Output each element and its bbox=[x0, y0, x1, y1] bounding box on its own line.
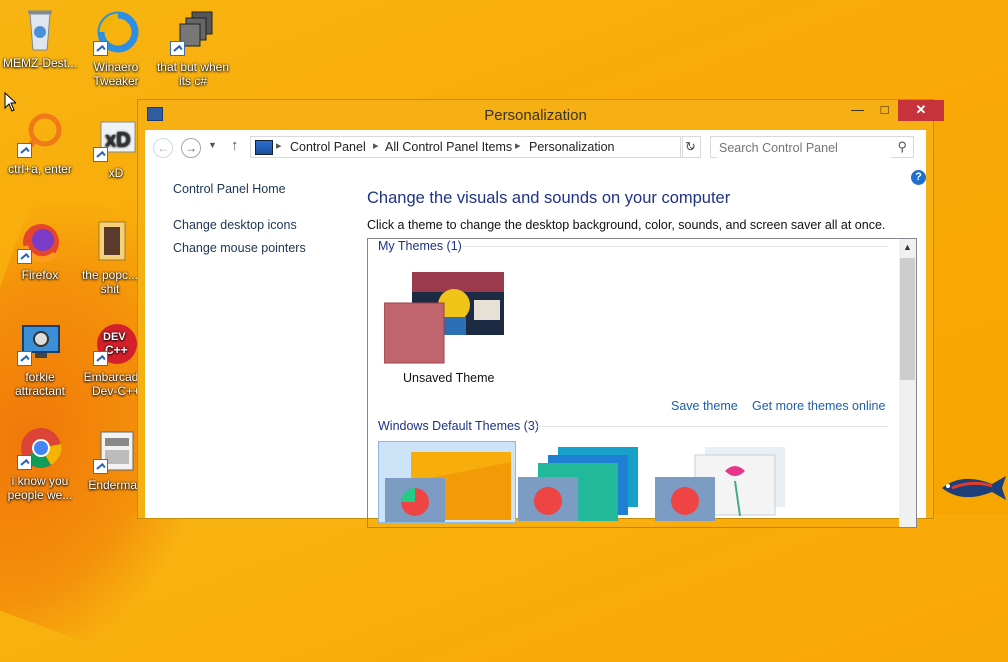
change-desktop-icons-link[interactable]: Change desktop icons bbox=[173, 218, 297, 232]
change-mouse-pointers-link[interactable]: Change mouse pointers bbox=[173, 241, 306, 255]
winaero-tweaker-icon bbox=[93, 10, 139, 56]
hxd-icon: xD bbox=[93, 116, 139, 162]
theme-tile-unsaved[interactable] bbox=[383, 265, 509, 365]
page-subtitle: Click a theme to change the desktop back… bbox=[367, 218, 886, 232]
svg-text:C++: C++ bbox=[105, 343, 128, 357]
desktop-icon-label: ctrl+a, enter bbox=[8, 162, 72, 176]
desktop-icon-forkie[interactable]: forkie attractant bbox=[2, 320, 78, 398]
computer-gear-icon bbox=[17, 320, 63, 366]
desktop-icon-label: Firefox bbox=[21, 268, 59, 282]
control-panel-icon bbox=[255, 140, 273, 155]
desktop-icon-recycle-bin[interactable]: MEMZ-Dest... bbox=[2, 6, 78, 70]
shortcut-arrow-icon bbox=[17, 143, 32, 158]
breadcrumb-separator: ▸ bbox=[515, 140, 521, 152]
desktop-icon-firefox[interactable]: Firefox bbox=[2, 218, 78, 282]
get-more-themes-link[interactable]: Get more themes online bbox=[752, 399, 885, 413]
search-icon[interactable]: ⚲ bbox=[897, 139, 907, 155]
forward-button[interactable]: → bbox=[181, 138, 201, 158]
refresh-button[interactable]: ↻ bbox=[680, 136, 701, 158]
maximize-button[interactable]: □ bbox=[870, 100, 899, 121]
personalization-window: Personalization — □ ✕ ← → ▼ ↑ ▸ Control … bbox=[137, 99, 944, 528]
breadcrumb-all-items[interactable]: All Control Panel Items bbox=[385, 140, 512, 154]
theme-tile-lines[interactable] bbox=[518, 441, 638, 523]
address-bar[interactable]: ▸ Control Panel ▸ All Control Panel Item… bbox=[250, 136, 701, 158]
fish-desktop-icon[interactable] bbox=[932, 470, 1008, 506]
help-icon[interactable]: ? bbox=[911, 170, 926, 185]
breadcrumb-control-panel[interactable]: Control Panel bbox=[290, 140, 366, 154]
themes-scrollbar[interactable]: ▲ bbox=[899, 239, 916, 527]
themes-list: My Themes (1) Unsaved Theme Save theme G… bbox=[367, 238, 917, 528]
scroll-thumb[interactable] bbox=[900, 258, 915, 380]
desktop-icon-label: that but when its c# bbox=[156, 60, 230, 88]
devcpp-icon: DEV C++ bbox=[93, 320, 139, 366]
desktop-icon-ctrl-a[interactable]: ctrl+a, enter bbox=[2, 112, 78, 176]
shortcut-arrow-icon bbox=[93, 41, 108, 56]
navigation-bar: ← → ▼ ↑ ▸ Control Panel ▸ All Control Pa… bbox=[145, 130, 926, 166]
minimize-button[interactable]: — bbox=[843, 100, 872, 121]
magnifier-icon bbox=[17, 112, 63, 158]
shortcut-arrow-icon bbox=[170, 41, 185, 56]
search-box[interactable]: ⚲ bbox=[710, 136, 914, 158]
unsaved-theme-preview bbox=[383, 272, 504, 364]
window-client-area: ← → ▼ ↑ ▸ Control Panel ▸ All Control Pa… bbox=[145, 130, 926, 528]
shortcut-arrow-icon bbox=[17, 249, 32, 264]
flowers-theme-preview bbox=[655, 447, 785, 521]
control-panel-home-link[interactable]: Control Panel Home bbox=[173, 182, 286, 196]
svg-text:xD: xD bbox=[105, 129, 131, 151]
lines-theme-preview bbox=[518, 447, 638, 523]
shortcut-arrow-icon bbox=[93, 147, 108, 162]
section-divider bbox=[536, 426, 888, 427]
desktop-icon-label: Winaero Tweaker bbox=[93, 60, 139, 88]
recycle-bin-icon bbox=[17, 6, 63, 52]
theme-tile-windows[interactable] bbox=[378, 441, 516, 523]
theme-name-unsaved: Unsaved Theme bbox=[403, 371, 495, 385]
desktop-icon-chrome[interactable]: i know you people we... bbox=[2, 424, 78, 502]
window-title: Personalization bbox=[484, 107, 587, 124]
shortcut-arrow-icon bbox=[17, 455, 32, 470]
document-icon bbox=[93, 428, 139, 474]
search-input[interactable] bbox=[717, 138, 891, 158]
mouse-cursor-icon bbox=[4, 92, 16, 112]
desktop-icon-winaero[interactable]: Winaero Tweaker bbox=[78, 10, 154, 88]
breadcrumb-separator: ▸ bbox=[276, 140, 282, 152]
section-divider bbox=[463, 246, 888, 247]
up-button[interactable]: ↑ bbox=[231, 137, 239, 154]
folder-icon bbox=[87, 218, 133, 264]
desktop-icon-label: forkie attractant bbox=[14, 370, 66, 398]
breadcrumb-separator: ▸ bbox=[373, 140, 379, 152]
desktop-icon-label: MEMZ-Dest... bbox=[3, 56, 77, 70]
save-theme-link[interactable]: Save theme bbox=[671, 399, 738, 413]
chrome-icon bbox=[17, 424, 63, 470]
shortcut-arrow-icon bbox=[93, 459, 108, 474]
stacked-windows-icon bbox=[170, 10, 216, 56]
default-themes-header: Windows Default Themes (3) bbox=[378, 419, 539, 433]
windows-theme-preview bbox=[385, 452, 511, 522]
desktop-icon-label: i know you people we... bbox=[7, 474, 73, 502]
svg-text:DEV: DEV bbox=[103, 331, 126, 343]
desktop-icon-that-but[interactable]: that but when its c# bbox=[155, 10, 231, 88]
shortcut-arrow-icon bbox=[93, 351, 108, 366]
back-button[interactable]: ← bbox=[153, 138, 173, 158]
title-bar[interactable]: Personalization — □ ✕ bbox=[138, 100, 944, 130]
my-themes-header: My Themes (1) bbox=[378, 239, 462, 253]
shortcut-arrow-icon bbox=[17, 351, 32, 366]
scroll-up-icon[interactable]: ▲ bbox=[899, 239, 916, 256]
page-heading: Change the visuals and sounds on your co… bbox=[367, 189, 731, 207]
breadcrumb-personalization[interactable]: Personalization bbox=[529, 140, 614, 154]
firefox-icon bbox=[17, 218, 63, 264]
theme-tile-flowers[interactable] bbox=[655, 441, 785, 521]
close-button[interactable]: ✕ bbox=[898, 100, 944, 121]
recent-pages-chevron-icon[interactable]: ▼ bbox=[208, 140, 217, 150]
